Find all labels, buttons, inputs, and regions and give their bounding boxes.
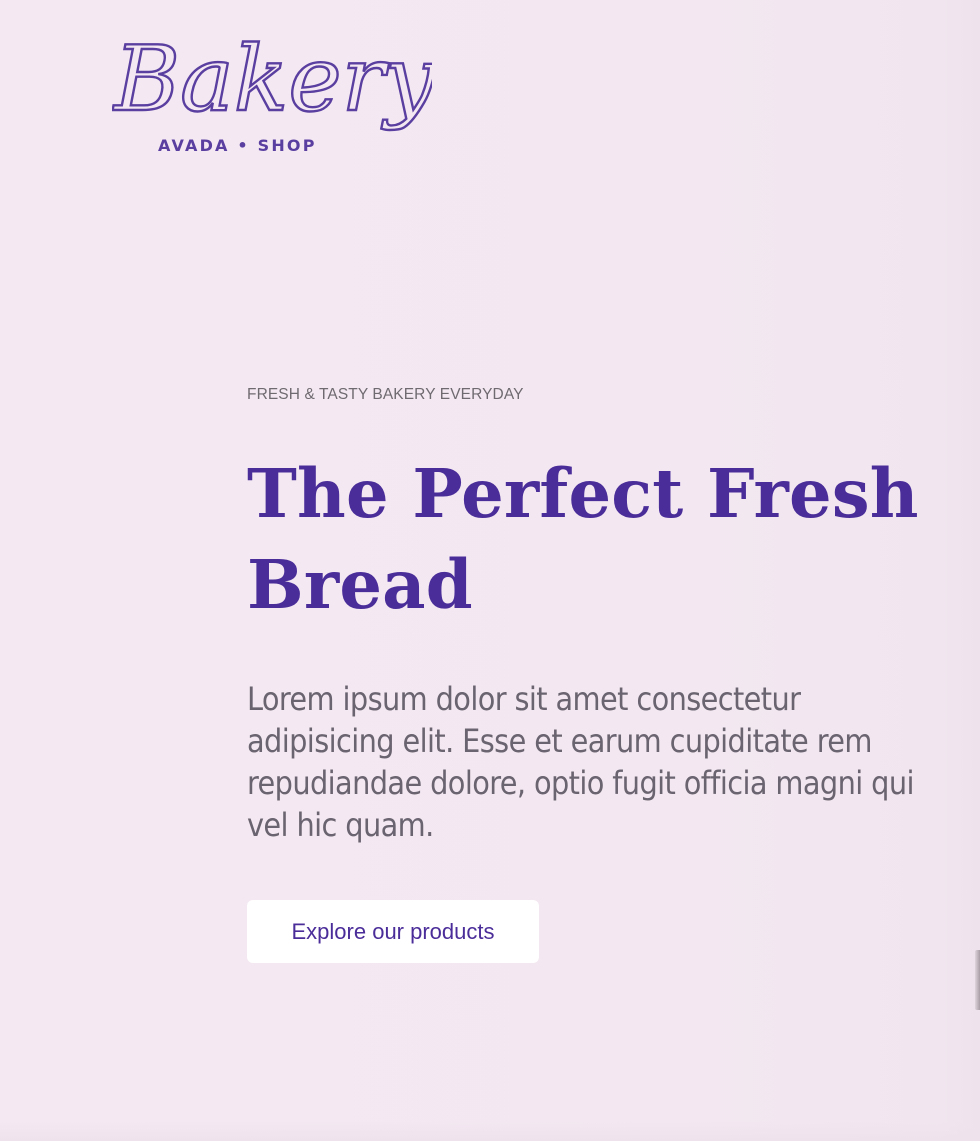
svg-text:Bakery: Bakery bbox=[112, 27, 432, 132]
hero-eyebrow: FRESH & TASTY BAKERY EVERYDAY bbox=[247, 386, 524, 403]
partial-product-image bbox=[975, 950, 980, 1010]
hero-headline: The Perfect Fresh Bread bbox=[247, 448, 947, 630]
hero-headline-line2: Bread bbox=[247, 545, 473, 624]
explore-products-button[interactable]: Explore our products bbox=[247, 900, 539, 963]
hero-content: FRESH & TASTY BAKERY EVERYDAY The Perfec… bbox=[247, 384, 947, 963]
hero-headline-line1: The Perfect Fresh bbox=[247, 454, 919, 533]
brand-tagline: AVADA • SHOP bbox=[158, 136, 317, 155]
brand-logo[interactable]: Bakery AVADA • SHOP bbox=[112, 18, 432, 163]
hero-bottom-fade bbox=[0, 1121, 980, 1141]
hero-section: Bakery AVADA • SHOP FRESH & TASTY BAKERY… bbox=[0, 0, 980, 1141]
hero-description: Lorem ipsum dolor sit amet consectetur a… bbox=[247, 680, 915, 844]
